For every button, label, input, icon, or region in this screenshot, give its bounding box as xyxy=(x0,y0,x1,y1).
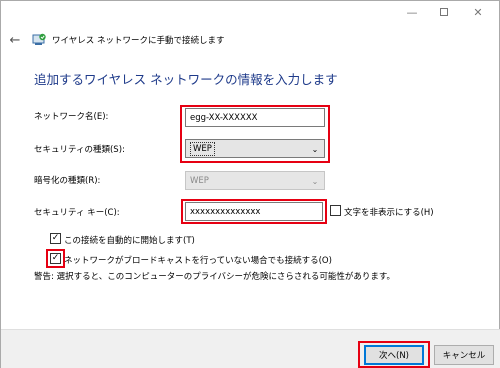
title-bar: — ✕ xyxy=(1,1,500,29)
page-heading: 追加するワイヤレス ネットワークの情報を入力します xyxy=(34,72,338,87)
connect-hidden-label: ネットワークがブロードキャストを行っていない場合でも接続する(O) xyxy=(64,256,332,266)
auto-connect-checkbox[interactable]: ✓ xyxy=(50,233,61,244)
network-name-label: ネットワーク名(E): xyxy=(34,112,109,122)
encryption-type-select[interactable]: WEP ⌄ xyxy=(185,171,325,190)
hide-chars-label: 文字を非表示にする(H) xyxy=(344,208,434,218)
warning-text: 警告: 選択すると、このコンピューターのプライバシーが危険にさらされる可能性があ… xyxy=(34,272,396,282)
highlight-box-next xyxy=(358,341,430,368)
hide-chars-checkbox[interactable] xyxy=(330,205,341,216)
security-key-label: セキュリティ キー(C): xyxy=(34,208,120,218)
maximize-icon[interactable] xyxy=(429,1,459,23)
chevron-down-icon: ⌄ xyxy=(311,176,319,186)
cancel-button[interactable]: キャンセル xyxy=(434,345,494,365)
highlight-box-network xyxy=(180,105,330,163)
security-type-label: セキュリティの種類(S): xyxy=(34,145,125,155)
minimize-icon[interactable]: — xyxy=(397,1,427,23)
footer-bar: 次へ(N) キャンセル xyxy=(1,329,500,368)
back-arrow-icon[interactable]: ← xyxy=(7,32,23,48)
dialog-window: — ✕ ← ワイヤレス ネットワークに手動で接続します 追加するワイヤレス ネッ… xyxy=(0,0,500,368)
close-icon[interactable]: ✕ xyxy=(463,1,493,23)
encryption-type-label: 暗号化の種類(R): xyxy=(34,176,101,186)
wireless-network-icon xyxy=(31,32,47,48)
auto-connect-label: この接続を自動的に開始します(T) xyxy=(64,236,195,246)
checkmark-icon: ✓ xyxy=(51,233,60,243)
encryption-type-value: WEP xyxy=(190,175,209,186)
highlight-box-key xyxy=(181,199,327,224)
header-row: ← ワイヤレス ネットワークに手動で接続します xyxy=(1,29,500,51)
window-title: ワイヤレス ネットワークに手動で接続します xyxy=(52,36,225,46)
highlight-box-hidden xyxy=(46,249,65,268)
